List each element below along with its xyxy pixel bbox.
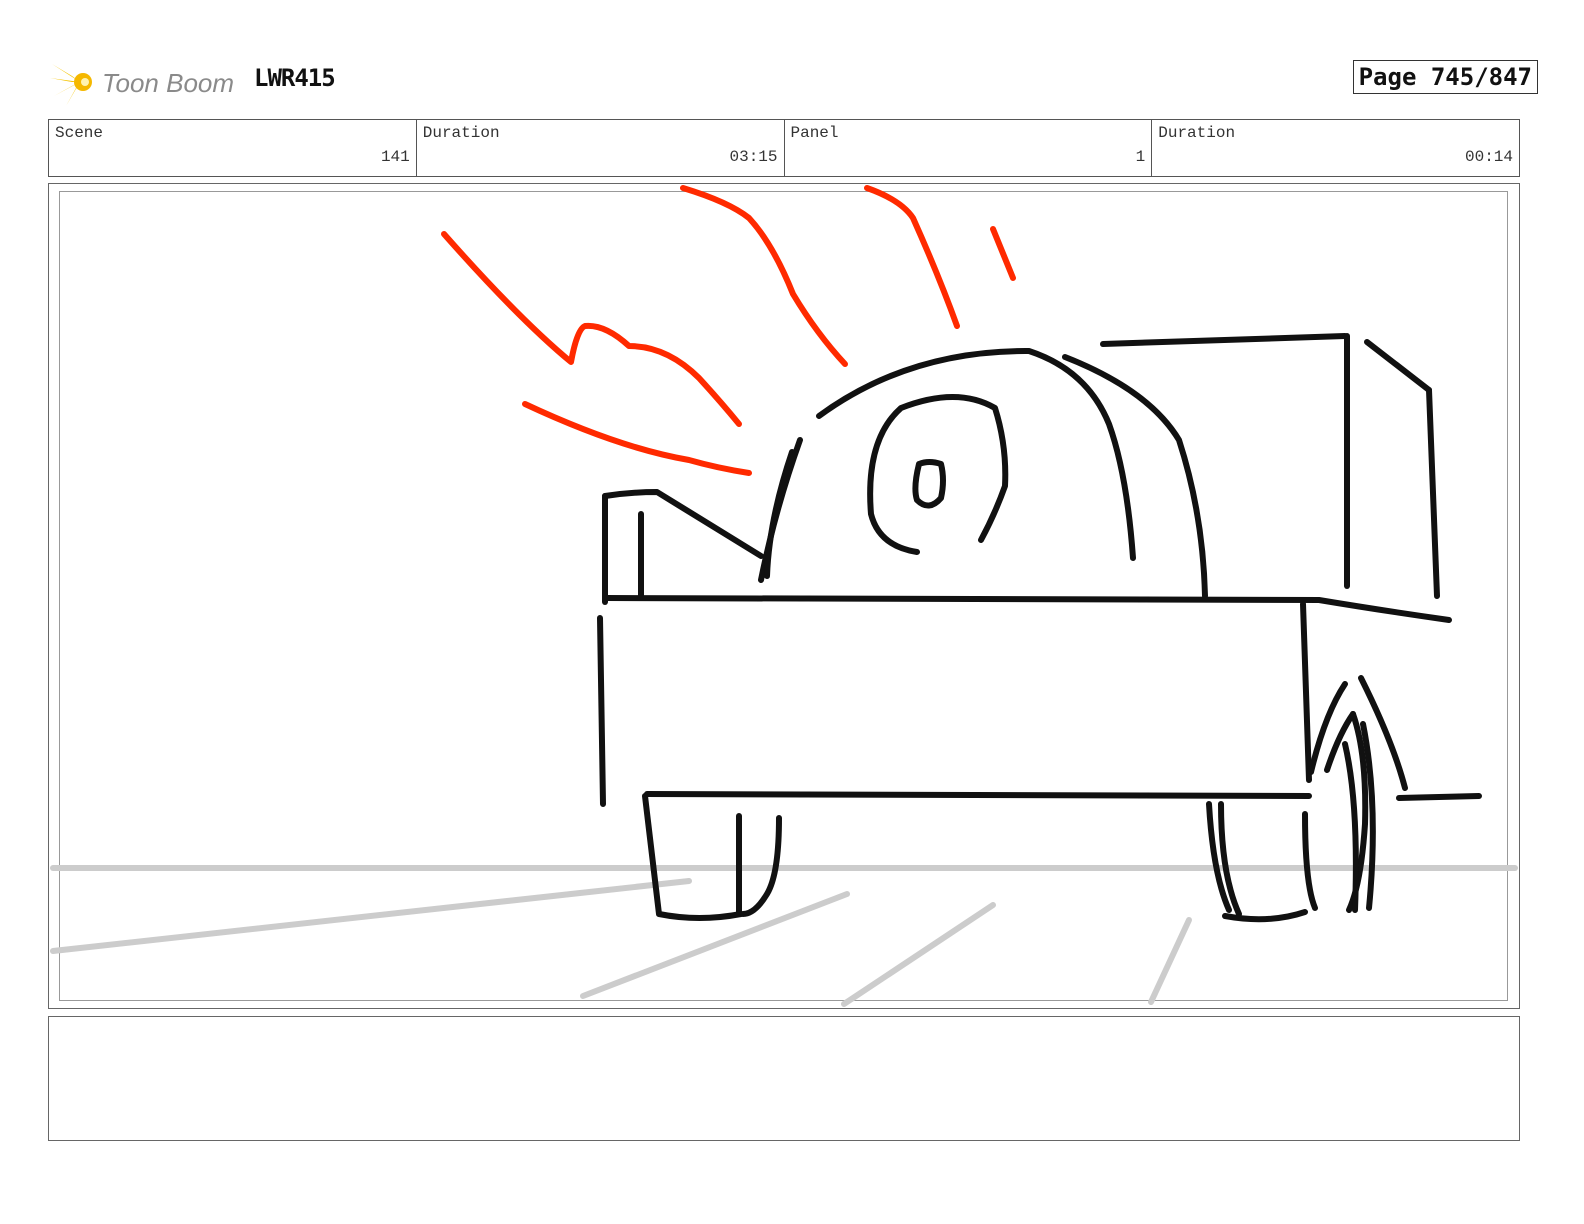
storyboard-header: Toon Boom LWR415 Page 745/847 [50,50,1538,106]
panel-duration-value: 00:14 [1464,148,1513,166]
page-indicator: Page 745/847 [1352,60,1538,94]
scene-value: 141 [380,148,410,166]
scene-cell: Scene 141 [49,120,417,176]
panel-value: 1 [1135,148,1146,166]
panel-cell: Panel 1 [785,120,1153,176]
star-burst-icon [50,58,92,106]
logo-text: Toon Boom [102,68,235,98]
scene-duration-label: Duration [422,124,500,142]
ground-lines [50,865,1518,1007]
scene-label: Scene [55,124,104,142]
storyboard-panel [48,183,1520,1009]
panel-duration-label: Duration [1158,124,1236,142]
project-code: LWR415 [254,64,336,92]
panel-label: Panel [790,124,839,142]
truck-sketch-drawing [50,185,1518,1007]
scene-duration-value: 03:15 [729,148,778,166]
toon-boom-logo: Toon Boom [50,56,250,108]
panel-duration-cell: Duration 00:14 [1152,120,1519,176]
action-lines [441,185,1016,476]
scene-duration-cell: Duration 03:15 [417,120,785,176]
panel-notes-box [48,1016,1520,1141]
truck-lines [597,333,1482,923]
panel-info-table: Scene 141 Duration 03:15 Panel 1 Duratio… [48,119,1520,177]
